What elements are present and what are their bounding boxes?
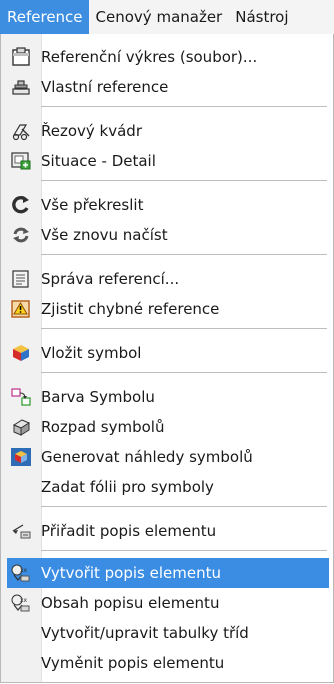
redraw-icon bbox=[7, 194, 35, 216]
menu-separator bbox=[41, 550, 327, 551]
create-label-icon: xx bbox=[7, 562, 35, 584]
generate-previews-icon bbox=[7, 446, 35, 468]
menu-separator bbox=[41, 106, 327, 107]
menu-item-obsah-popisu[interactable]: xx Obsah popisu elementu bbox=[7, 588, 329, 618]
menu-item-vse-znovu-nacist[interactable]: Vše znovu načíst bbox=[7, 220, 329, 250]
menu-item-situace-detail[interactable]: Situace - Detail bbox=[7, 146, 329, 176]
label-content-icon: xx bbox=[7, 592, 35, 614]
menu-item-vlozit-symbol[interactable]: Vložit symbol bbox=[7, 338, 329, 368]
menu-item-vytvorit-popis[interactable]: xx Vytvořit popis elementu bbox=[7, 558, 329, 588]
menu-item-rozpad-symbolu[interactable]: Rozpad symbolů bbox=[7, 412, 329, 442]
menu-separator bbox=[41, 506, 327, 507]
svg-text:xx: xx bbox=[20, 597, 28, 604]
menu-reference[interactable]: Reference bbox=[0, 0, 89, 34]
menu-item-vymenit-popis[interactable]: Vyměnit popis elementu bbox=[7, 648, 329, 678]
svg-text:xx: xx bbox=[20, 567, 28, 574]
reference-manager-icon bbox=[7, 268, 35, 290]
menu-separator bbox=[41, 254, 327, 255]
reload-icon bbox=[7, 224, 35, 246]
assign-label-icon bbox=[7, 520, 35, 542]
menu-item-generovat-nahledy[interactable]: Generovat náhledy symbolů bbox=[7, 442, 329, 472]
explode-symbol-icon bbox=[7, 416, 35, 438]
situation-detail-icon bbox=[7, 150, 35, 172]
symbol-color-icon bbox=[7, 386, 35, 408]
menu-separator bbox=[41, 328, 327, 329]
menu-item-rezovy-kvadr[interactable]: Řezový kvádr bbox=[7, 116, 329, 146]
menu-separator bbox=[41, 372, 327, 373]
clipboard-icon bbox=[7, 46, 35, 68]
menu-bar: Reference Cenový manažer Nástroj bbox=[0, 0, 334, 35]
menu-separator bbox=[41, 180, 327, 181]
menu-item-vlastni-reference[interactable]: Vlastní reference bbox=[7, 72, 329, 102]
menu-item-sprava-referenci[interactable]: Správa referencí... bbox=[7, 264, 329, 294]
section-box-icon bbox=[7, 120, 35, 142]
menu-item-vse-prekreslit[interactable]: Vše překreslit bbox=[7, 190, 329, 220]
error-reference-icon bbox=[7, 298, 35, 320]
menu-item-tabulky-trid[interactable]: Vytvořit/upravit tabulky tříd bbox=[7, 618, 329, 648]
menu-item-zjistit-chybne-reference[interactable]: Zjistit chybné reference bbox=[7, 294, 329, 324]
menu-item-referencni-vykres[interactable]: Referenční výkres (soubor)... bbox=[7, 42, 329, 72]
menu-cenovy-manazer[interactable]: Cenový manažer bbox=[89, 0, 229, 34]
menu-nastroje[interactable]: Nástroj bbox=[228, 0, 294, 34]
menu-item-zadat-folii[interactable]: Zadat fólii pro symboly bbox=[7, 472, 329, 502]
menu-item-barva-symbolu[interactable]: Barva Symbolu bbox=[7, 382, 329, 412]
stamp-icon bbox=[7, 76, 35, 98]
menu-item-priradit-popis[interactable]: Přiřadit popis elementu bbox=[7, 516, 329, 546]
reference-dropdown-menu: Referenční výkres (soubor)... Vlastní re… bbox=[0, 34, 334, 683]
insert-symbol-icon bbox=[7, 342, 35, 364]
